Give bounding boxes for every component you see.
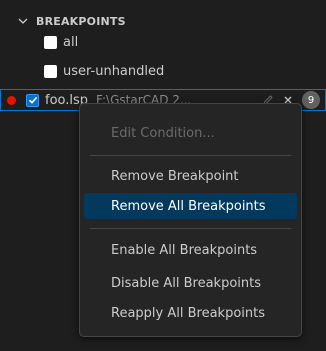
menu-item-remove-breakpoint[interactable]: Remove Breakpoint [84,163,297,189]
breakpoints-panel: BREAKPOINTS all user-unhandled foo.lsp F… [0,0,326,351]
breakpoint-row-user-unhandled[interactable]: user-unhandled [0,60,326,82]
menu-item-enable-all-breakpoints[interactable]: Enable All Breakpoints [84,237,297,263]
menu-separator [90,155,291,156]
menu-item-remove-all-breakpoints[interactable]: Remove All Breakpoints [84,193,297,219]
breakpoint-label: user-unhandled [63,63,165,79]
menu-item-reapply-all-breakpoints[interactable]: Reapply All Breakpoints [84,300,297,326]
section-title: BREAKPOINTS [36,14,126,28]
checkbox-all[interactable] [44,35,57,49]
breakpoint-row-all[interactable]: all [0,31,326,53]
breakpoints-section-header[interactable]: BREAKPOINTS [0,10,126,32]
checkbox-user-unhandled[interactable] [44,64,57,78]
hit-count-badge: 9 [302,91,320,109]
menu-item-edit-condition: Edit Condition... [111,125,215,141]
breakpoint-dot-icon [7,95,16,105]
context-menu: Edit Condition... Remove Breakpoint Remo… [79,103,302,337]
breakpoint-label: all [63,34,79,50]
chevron-down-icon[interactable] [14,15,32,27]
checkbox-file[interactable] [26,93,39,107]
menu-separator [90,228,291,229]
menu-item-disable-all-breakpoints[interactable]: Disable All Breakpoints [84,270,297,296]
